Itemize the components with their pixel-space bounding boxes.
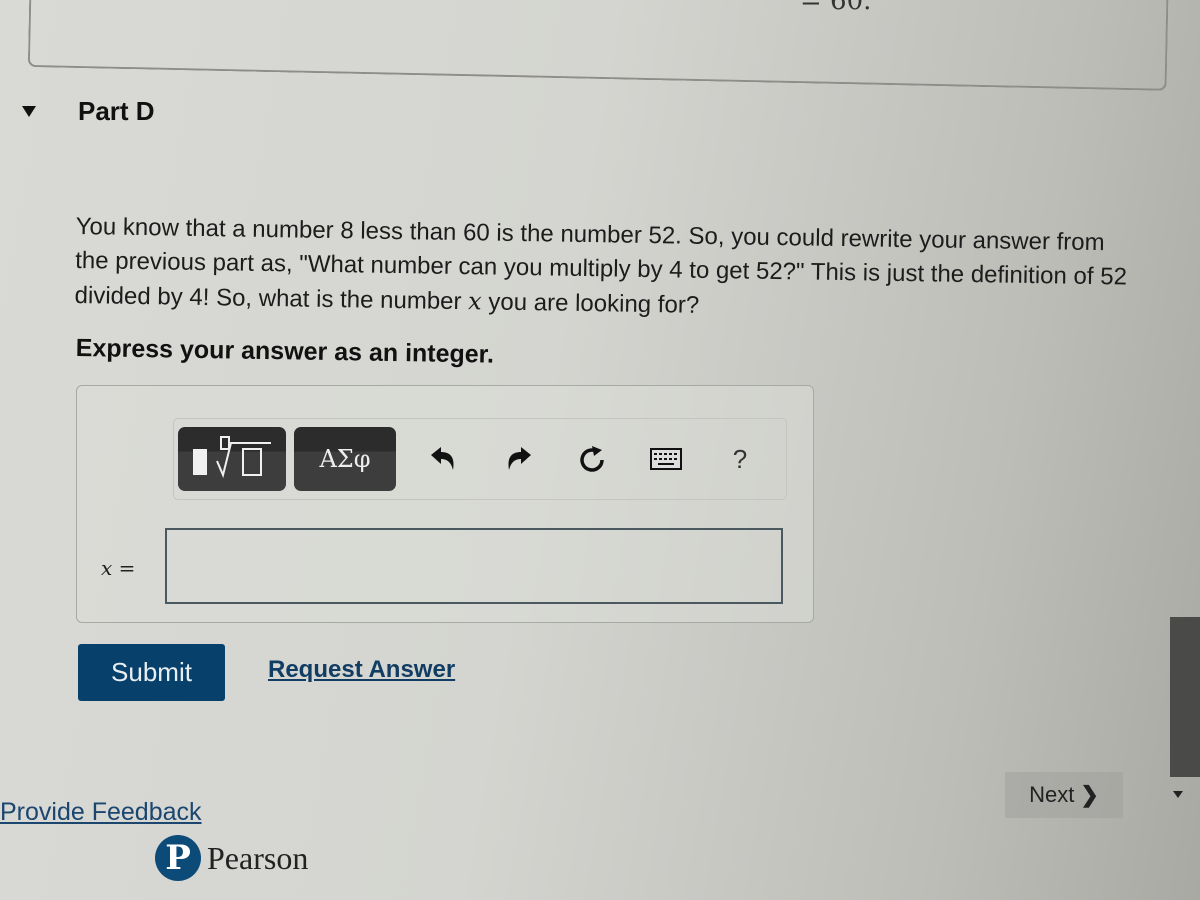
- reset-icon: [580, 446, 604, 472]
- keyboard-icon: [650, 448, 682, 470]
- previous-part-equation-tail: = 60.: [800, 0, 872, 16]
- greek-symbols-button[interactable]: ΑΣφ: [294, 427, 396, 491]
- undo-icon: [431, 447, 454, 470]
- answer-variable-label: x =: [101, 556, 135, 580]
- math-toolbar: ΑΣφ ?: [173, 418, 787, 500]
- answer-panel: ΑΣφ ? x =: [76, 385, 814, 623]
- next-label: Next: [1029, 782, 1075, 807]
- templates-button[interactable]: [178, 427, 286, 491]
- answer-variable: x: [101, 556, 113, 580]
- reset-button[interactable]: [566, 433, 618, 485]
- part-title: Part D: [78, 96, 155, 126]
- keyboard-button[interactable]: [640, 433, 692, 485]
- previous-part-panel: [27, 0, 1169, 91]
- chevron-right-icon: ❯: [1080, 782, 1099, 807]
- help-button[interactable]: ?: [714, 433, 766, 485]
- scroll-down-arrow-icon[interactable]: [1173, 791, 1183, 798]
- answer-input[interactable]: [165, 528, 783, 604]
- pearson-wordmark: Pearson: [207, 839, 309, 876]
- question-variable: x: [467, 287, 482, 316]
- answer-instruction: Express your answer as an integer.: [75, 334, 495, 369]
- collapse-caret-icon[interactable]: [22, 106, 36, 117]
- pearson-brand: P Pearson: [155, 835, 308, 881]
- question-text-part2: you are looking for?: [481, 288, 700, 319]
- templates-icon: [193, 436, 271, 479]
- request-answer-link[interactable]: Request Answer: [268, 656, 455, 684]
- undo-button[interactable]: [418, 433, 470, 485]
- next-button[interactable]: Next ❯: [1005, 772, 1123, 818]
- equals-sign: =: [118, 556, 136, 580]
- question-text: You know that a number 8 less than 60 is…: [74, 210, 1135, 330]
- provide-feedback-link[interactable]: Provide Feedback: [0, 798, 202, 827]
- pearson-logo-icon: P: [155, 835, 201, 881]
- submit-button[interactable]: Submit: [78, 644, 225, 701]
- scrollbar-thumb[interactable]: [1170, 617, 1200, 777]
- redo-icon: [508, 447, 531, 470]
- redo-button[interactable]: [492, 433, 544, 485]
- part-header[interactable]: Part D: [22, 96, 155, 127]
